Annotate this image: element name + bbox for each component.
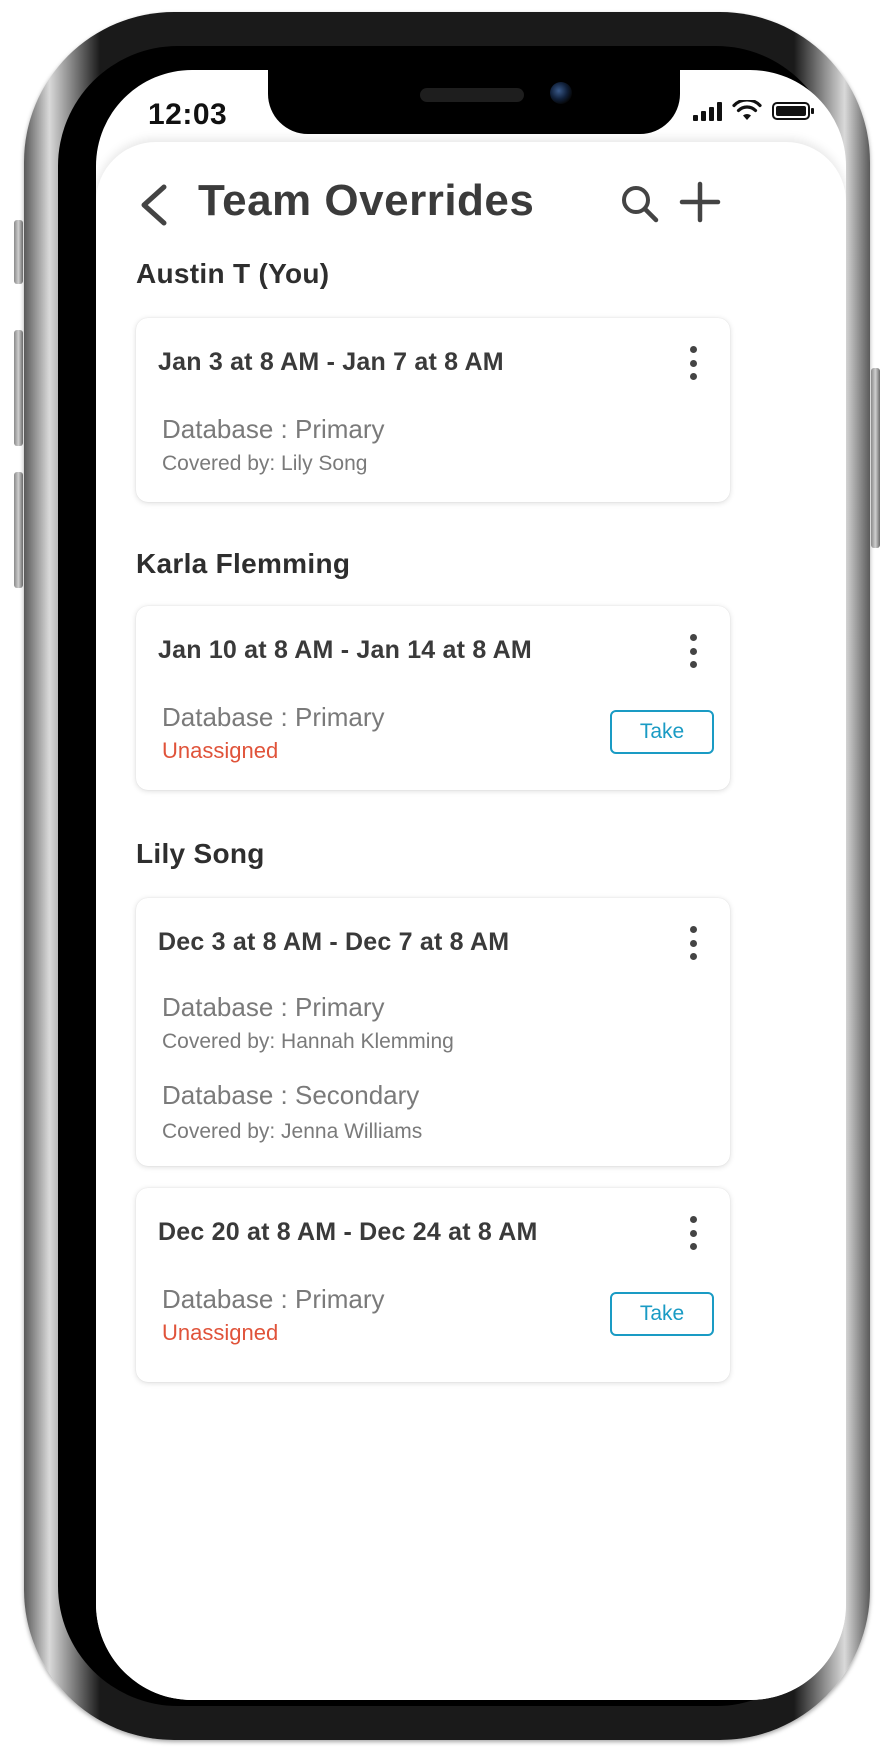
override-card[interactable]: Dec 20 at 8 AM - Dec 24 at 8 AM Database… (136, 1188, 730, 1382)
date-range: Jan 3 at 8 AM - Jan 7 at 8 AM (158, 348, 504, 376)
status-icons (693, 100, 814, 122)
database-label: Database : Secondary (162, 1080, 420, 1110)
front-camera (550, 82, 572, 104)
page-title: Team Overrides (198, 176, 535, 225)
section-title: Karla Flemming (136, 548, 351, 579)
database-label: Database : Primary (162, 414, 385, 444)
power-button (871, 368, 880, 548)
volume-down-button (14, 472, 23, 588)
more-vertical-icon[interactable] (686, 346, 700, 380)
take-button[interactable]: Take (610, 1292, 714, 1336)
unassigned-label: Unassigned (162, 1320, 279, 1345)
volume-up-button (14, 330, 23, 446)
database-label: Database : Primary (162, 1284, 385, 1314)
section-title: Austin T (You) (136, 258, 330, 289)
wifi-icon (732, 100, 762, 120)
back-chevron-icon[interactable] (136, 182, 172, 228)
override-card[interactable]: Jan 3 at 8 AM - Jan 7 at 8 AM Database :… (136, 318, 730, 502)
date-range: Dec 3 at 8 AM - Dec 7 at 8 AM (158, 928, 510, 956)
phone-frame: 12:03 Team Overrides Austin T (You) Jan … (14, 12, 880, 1740)
more-vertical-icon[interactable] (686, 926, 700, 960)
screen: 12:03 Team Overrides Austin T (You) Jan … (96, 70, 846, 1700)
override-card[interactable]: Jan 10 at 8 AM - Jan 14 at 8 AM Database… (136, 606, 730, 790)
cellular-signal-icon (693, 101, 722, 121)
covered-by-label: Covered by: Hannah Klemming (162, 1030, 454, 1053)
header: Team Overrides (96, 142, 846, 262)
search-icon[interactable] (618, 182, 662, 226)
section-title: Lily Song (136, 838, 265, 869)
override-card[interactable]: Dec 3 at 8 AM - Dec 7 at 8 AM Database :… (136, 898, 730, 1166)
plus-icon[interactable] (676, 178, 724, 226)
more-vertical-icon[interactable] (686, 634, 700, 668)
unassigned-label: Unassigned (162, 738, 279, 763)
notch (268, 70, 680, 134)
battery-icon (772, 102, 814, 120)
status-time: 12:03 (148, 98, 228, 131)
app-sheet: Team Overrides Austin T (You) Jan 3 at 8… (96, 142, 846, 1700)
date-range: Dec 20 at 8 AM - Dec 24 at 8 AM (158, 1218, 538, 1246)
date-range: Jan 10 at 8 AM - Jan 14 at 8 AM (158, 636, 532, 664)
covered-by-label: Covered by: Jenna Williams (162, 1120, 423, 1143)
speaker (420, 88, 524, 102)
take-button[interactable]: Take (610, 710, 714, 754)
covered-by-label: Covered by: Lily Song (162, 452, 368, 475)
more-vertical-icon[interactable] (686, 1216, 700, 1250)
database-label: Database : Primary (162, 702, 385, 732)
database-label: Database : Primary (162, 992, 385, 1022)
mute-switch (14, 220, 23, 284)
